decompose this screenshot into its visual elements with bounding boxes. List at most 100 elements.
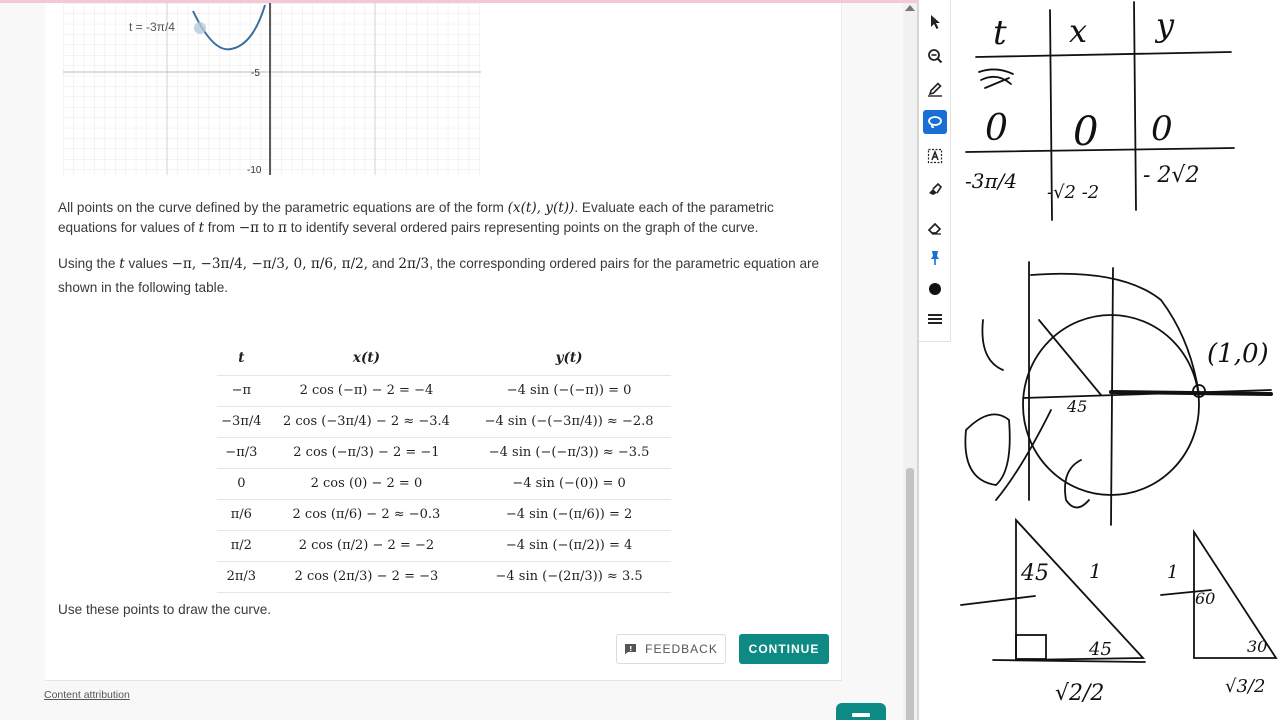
continue-button[interactable]: CONTINUE <box>739 634 829 664</box>
table-row: 02 cos (0) − 2 = 0 −4 sin (−(0)) = 0 <box>217 467 671 499</box>
t-cell: −π <box>217 374 266 406</box>
ink-loop <box>964 413 1011 486</box>
lesson-card: t = -3π/4 -5 -10 All points on the curve… <box>45 3 842 681</box>
triangle-sketch-45 <box>1015 517 1146 661</box>
column-header-y: y(t) <box>555 349 583 366</box>
t-cell: π/2 <box>217 529 266 561</box>
zoom-icon[interactable] <box>923 44 947 68</box>
ink-text: 45 <box>1020 561 1049 586</box>
ordered-pairs-table: t x(t) y(t) −π 2 cos (−π) − 2 = −4 −4 sin … <box>217 341 671 593</box>
pen-icon[interactable] <box>923 77 947 101</box>
ink-text: 1 <box>1167 562 1178 583</box>
whiteboard-canvas[interactable]: t x y 0 0 0 -3π/4 -√2 -2 - 2√2 (1,0) 45 … <box>951 0 1280 720</box>
ink-text: 45 <box>1088 639 1112 660</box>
x-cell: 2 cos (π/6) − 2 ≈ −0.3 <box>265 498 468 530</box>
ink-text: √3/2 <box>1225 676 1265 697</box>
ink-stroke <box>975 51 1232 58</box>
ink-text: -√2 -2 <box>1047 182 1099 203</box>
table-row: −π 2 cos (−π) − 2 = −4 −4 sin (−(−π)) = 0 <box>217 374 671 406</box>
text: to identify several ordered pairs repres… <box>286 220 759 235</box>
x-cell: 2 cos (−3π/4) − 2 ≈ −3.4 <box>265 405 468 437</box>
text-box-icon[interactable] <box>923 144 947 168</box>
ink-text: - 2√2 <box>1143 163 1199 188</box>
text: All points on the curve defined by the p… <box>58 200 508 215</box>
ink-stroke <box>981 319 1004 371</box>
feedback-label: FEEDBACK <box>645 642 718 656</box>
table-header-row: t x(t) y(t) <box>217 341 671 375</box>
y-tick-label: -10 <box>247 165 262 176</box>
x-cell: 2 cos (0) − 2 = 0 <box>265 467 468 499</box>
text: and <box>368 256 399 271</box>
column-header-x: x(t) <box>352 349 380 366</box>
table-row: π/6 2 cos (π/6) − 2 ≈ −0.3 −4 sin (−(π/6))… <box>217 498 671 530</box>
table-intro-paragraph: Using the t values −π, −3π/4, −π/3, 0, π… <box>58 252 828 299</box>
ink-text: 0 <box>1073 109 1098 155</box>
t-cell: 0 <box>217 467 266 499</box>
ink-text: √2/2 <box>1055 681 1104 706</box>
x-cell: 2 cos (−π/3) − 2 = −1 <box>265 436 468 468</box>
text: values <box>124 256 172 271</box>
ink-text: x <box>1069 12 1087 50</box>
ink-scribble <box>978 68 1014 89</box>
column-header-t: t <box>238 349 245 366</box>
scrollbar[interactable] <box>903 3 917 720</box>
ink-text: 30 <box>1247 637 1267 656</box>
ink-text: 0 <box>985 108 1008 149</box>
ink-stroke <box>960 595 1036 606</box>
ink-text: y <box>1154 6 1175 44</box>
math: −π, −3π/4, −π/3, 0, π/6, π/2, <box>171 256 369 272</box>
ink-text: 1 <box>1089 559 1102 583</box>
x-cell: 2 cos (2π/3) − 2 = −3 <box>265 560 468 593</box>
table-row: −π/3 2 cos (−π/3) − 2 = −1 −4 sin (−(−π/3)… <box>217 436 671 468</box>
x-cell: 2 cos (π/2) − 2 = −2 <box>265 529 468 561</box>
ink-stroke <box>995 409 1052 501</box>
parametric-graph: t = -3π/4 -5 -10 <box>63 3 481 176</box>
scroll-up-arrow-icon[interactable] <box>905 5 915 11</box>
highlighter-icon[interactable] <box>923 177 947 201</box>
t-value-label: t = -3π/4 <box>129 20 175 34</box>
draw-curve-instruction: Use these points to draw the curve. <box>58 602 272 617</box>
y-tick-label: -5 <box>251 68 260 79</box>
color-dot-icon[interactable] <box>923 277 947 301</box>
ink-stroke <box>1133 1 1137 211</box>
feedback-icon <box>625 644 637 655</box>
x-cell: 2 cos (−π) − 2 = −4 <box>265 374 468 406</box>
ink-text: 45 <box>1066 397 1087 416</box>
y-cell: −4 sin (−(π/6)) = 2 <box>467 498 671 530</box>
ink-text: (1,0) <box>1207 339 1269 369</box>
table-row: 2π/3 2 cos (2π/3) − 2 = −3 −4 sin (−(2π/3)… <box>217 560 671 593</box>
content-attribution-link[interactable]: Content attribution <box>44 689 130 701</box>
math: (x(t), y(t)) <box>507 200 575 216</box>
ink-stroke <box>1038 319 1102 396</box>
annotation-toolbar <box>919 0 951 342</box>
curve-point-marker[interactable] <box>194 22 206 34</box>
pointer-icon[interactable] <box>923 10 947 34</box>
ink-stroke <box>1110 267 1114 526</box>
text: from <box>204 220 239 235</box>
scrollbar-thumb[interactable] <box>906 468 914 720</box>
t-cell: π/6 <box>217 498 266 530</box>
math: −π <box>238 220 260 236</box>
y-cell: −4 sin (−(−3π/4)) ≈ −2.8 <box>467 405 671 437</box>
y-cell: −4 sin (−(−π/3)) ≈ −3.5 <box>467 436 671 468</box>
lasso-icon[interactable] <box>923 110 947 134</box>
explanation-paragraph: All points on the curve defined by the p… <box>58 198 828 238</box>
text: Using the <box>58 256 120 271</box>
ink-text: t <box>993 13 1007 53</box>
eraser-icon[interactable] <box>923 216 947 240</box>
menu-icon[interactable] <box>923 307 947 331</box>
t-cell: −3π/4 <box>217 405 266 437</box>
ink-text: 60 <box>1195 589 1215 608</box>
ink-text: 0 <box>1151 109 1173 149</box>
chat-button[interactable] <box>836 703 886 720</box>
table-row: π/2 2 cos (π/2) − 2 = −2 −4 sin (−(π/2)) =… <box>217 529 671 561</box>
t-cell: 2π/3 <box>217 560 266 593</box>
text: to <box>259 220 278 235</box>
feedback-button[interactable]: FEEDBACK <box>616 634 726 664</box>
math: π <box>278 220 287 236</box>
screen: t = -3π/4 -5 -10 All points on the curve… <box>0 0 1280 720</box>
graph-grid <box>63 3 481 175</box>
pin-icon[interactable] <box>923 246 947 270</box>
ink-emphasis <box>1109 390 1273 396</box>
lesson-pane: t = -3π/4 -5 -10 All points on the curve… <box>0 3 903 720</box>
